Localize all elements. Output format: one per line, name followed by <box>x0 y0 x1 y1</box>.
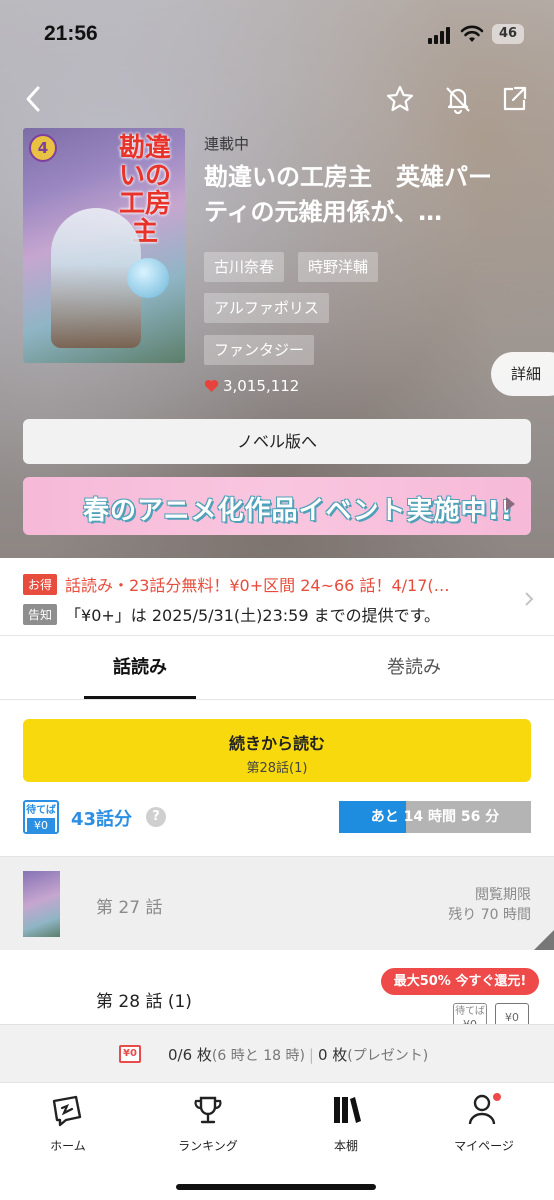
event-banner-text: 春のアニメ化作品イベント実施中!! <box>83 496 514 526</box>
detail-button[interactable]: 詳細 <box>491 352 554 396</box>
chevron-right-icon <box>506 497 515 511</box>
ticket-icon: ¥0 <box>119 1045 141 1063</box>
ticket-count: 0/6 枚 <box>168 1046 212 1064</box>
hero-section: 21:56 46 4 勘違いの工房主 連載中 勘違いの工房主 英雄パーティの元雑… <box>0 0 554 558</box>
star-icon[interactable] <box>383 82 417 116</box>
novel-version-button[interactable]: ノベル版へ <box>23 419 531 464</box>
wait-free-badge: 待てば ¥0 <box>23 800 59 834</box>
ticket-status: 0/6 枚(6 時と 18 時) | 0 枚(プレゼント) <box>168 1046 429 1064</box>
wait-free-count: 43話分 <box>71 809 133 830</box>
cashback-promo-badge: 最大50% 今すぐ還元! <box>381 968 539 995</box>
cover-image[interactable]: 4 勘違いの工房主 <box>23 128 185 363</box>
tab-volumes[interactable]: 巻読み <box>358 636 470 700</box>
tab-episodes[interactable]: 話読み <box>84 636 196 700</box>
ticket-bar[interactable]: ¥0 0/6 枚(6 時と 18 時) | 0 枚(プレゼント) <box>0 1024 554 1082</box>
wifi-icon <box>460 24 484 48</box>
home-icon <box>18 1091 118 1129</box>
tag-author[interactable]: 古川奈春 <box>204 252 285 282</box>
wait-timer-text: あと 14 時間 56 分 <box>370 809 500 825</box>
bookshelf-icon <box>296 1091 396 1129</box>
home-indicator <box>176 1184 376 1190</box>
serial-status: 連載中 <box>204 135 250 153</box>
continue-episode: 第28話(1) <box>246 761 308 776</box>
episode-thumbnail <box>23 871 60 937</box>
episode-title: 第 27 話 <box>96 898 163 918</box>
help-icon[interactable]: ? <box>146 807 166 827</box>
read-mode-tabs: 話読み 巻読み <box>0 636 554 700</box>
notice-deal: お得 話読み・23話分無料！¥0+区間 24~66 話！4/17(… <box>23 572 450 596</box>
heart-icon <box>204 380 219 392</box>
signal-icon <box>428 27 454 44</box>
ticket-times: (6 時と 18 時) <box>211 1048 305 1064</box>
continue-label: 続きから読む <box>228 734 325 753</box>
wait-timer-bar: あと 14 時間 56 分 <box>339 801 531 833</box>
cover-slime-art <box>127 258 169 298</box>
trophy-icon <box>158 1091 258 1129</box>
active-tab-indicator <box>84 696 196 699</box>
bottom-tab-bar: ホーム ランキング 本棚 マイページ <box>0 1082 554 1200</box>
wait-free-row: 待てば ¥0 43話分 ? あと 14 時間 56 分 <box>23 800 531 834</box>
person-icon <box>434 1091 534 1129</box>
deal-badge: お得 <box>23 573 58 595</box>
tabbar-home[interactable]: ホーム <box>18 1091 118 1154</box>
tag-genre[interactable]: ファンタジー <box>204 335 315 365</box>
notification-off-icon[interactable] <box>441 82 475 116</box>
notice-panel[interactable]: お得 話読み・23話分無料！¥0+区間 24~66 話！4/17(… 告知 「¥… <box>0 558 554 636</box>
tag-publisher[interactable]: アルファポリス <box>204 293 329 323</box>
tabbar-ranking[interactable]: ランキング <box>158 1091 258 1154</box>
tabbar-bookshelf[interactable]: 本棚 <box>296 1091 396 1154</box>
status-time: 21:56 <box>44 22 98 45</box>
back-icon[interactable] <box>16 82 50 116</box>
episode-row[interactable]: 第 27 話 閲覧期限 残り 70 時間 <box>0 856 554 950</box>
event-banner[interactable]: 春のアニメ化作品イベント実施中!! <box>23 477 531 535</box>
battery-indicator: 46 <box>492 24 524 44</box>
tabbar-mypage[interactable]: マイページ <box>434 1091 534 1154</box>
deal-text: 話読み・23話分無料！¥0+区間 24~66 話！4/17(… <box>65 576 450 595</box>
chevron-right-icon <box>524 588 534 612</box>
continue-reading-button[interactable]: 続きから読む 第28話(1) <box>23 719 531 782</box>
status-bar: 21:56 46 <box>0 0 554 70</box>
comic-title: 勘違いの工房主 英雄パーティの元雑用係が、… <box>204 163 492 226</box>
likes-value: 3,015,112 <box>223 377 300 395</box>
present-label: (プレゼント) <box>347 1048 429 1064</box>
likes-count: 3,015,112 <box>204 377 299 395</box>
cover-volume-badge: 4 <box>29 134 57 162</box>
share-icon[interactable] <box>497 82 531 116</box>
notice-info: 告知 「¥0+」は 2025/5/31(土)23:59 までの提供です。 <box>23 602 440 626</box>
read-corner-mark <box>534 930 554 950</box>
episode-expiry: 閲覧期限 残り 70 時間 <box>448 887 531 923</box>
info-text: 「¥0+」は 2025/5/31(土)23:59 までの提供です。 <box>65 606 440 625</box>
episode-title: 第 28 話 (1) <box>96 992 192 1012</box>
present-count: 0 枚 <box>317 1046 348 1064</box>
info-badge: 告知 <box>23 603 58 625</box>
tag-artist[interactable]: 時野洋輔 <box>298 252 379 282</box>
